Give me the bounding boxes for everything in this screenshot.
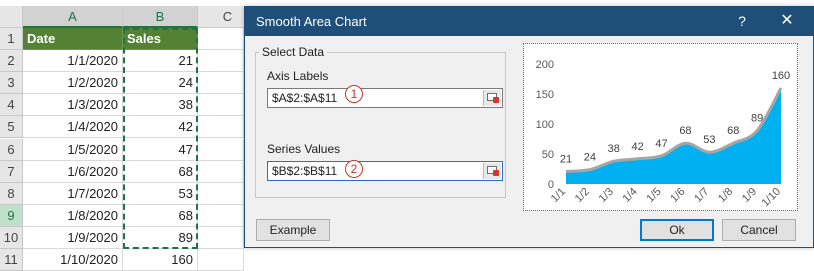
data-label: 24 [584, 152, 596, 164]
cell-empty[interactable] [198, 50, 244, 72]
row-header-6[interactable]: 6 [0, 139, 23, 161]
select-data-label: Select Data [259, 45, 328, 59]
cell-date[interactable]: 1/7/2020 [23, 183, 123, 205]
cell-date[interactable]: 1/6/2020 [23, 161, 123, 183]
data-label: 68 [727, 125, 739, 137]
data-label: 68 [679, 125, 691, 137]
cell-sales[interactable]: 38 [123, 94, 198, 116]
range-select-icon[interactable] [483, 163, 501, 179]
cell-date[interactable]: 1/4/2020 [23, 116, 123, 138]
example-button[interactable]: Example [256, 219, 330, 241]
cell-sales[interactable]: 24 [123, 72, 198, 94]
x-tick-label: 1/9 [740, 186, 759, 205]
row-header-4[interactable]: 4 [0, 94, 23, 116]
column-header-a[interactable]: A [23, 6, 123, 28]
cell-sales[interactable]: 89 [123, 227, 198, 249]
cell-date[interactable]: 1/1/2020 [23, 50, 123, 72]
data-label: 21 [560, 153, 572, 165]
cell-date[interactable]: 1/3/2020 [23, 94, 123, 116]
data-label: 42 [632, 141, 644, 153]
cell-sales[interactable]: 47 [123, 139, 198, 161]
cell-sales[interactable]: 42 [123, 116, 198, 138]
column-header-b[interactable]: B [123, 6, 198, 28]
data-label: 47 [655, 138, 667, 150]
axis-labels-value: $A$2:$A$11 [272, 91, 338, 105]
series-values-value: $B$2:$B$11 [272, 164, 338, 178]
cell-empty[interactable] [198, 183, 244, 205]
cell-date[interactable]: 1/10/2020 [23, 249, 123, 271]
x-tick-label: 1/4 [620, 186, 639, 205]
row-header-1[interactable]: 1 [0, 28, 23, 50]
range-select-icon[interactable] [483, 90, 501, 106]
header-cell-sales[interactable]: Sales [123, 28, 198, 50]
data-label: 53 [703, 134, 715, 146]
cell-empty[interactable] [198, 72, 244, 94]
x-tick-label: 1/10 [759, 186, 783, 210]
x-tick-label: 1/8 [716, 186, 735, 205]
y-tick-label: 200 [536, 59, 554, 71]
cell-sales[interactable]: 53 [123, 183, 198, 205]
row-header-11[interactable]: 11 [0, 249, 23, 271]
x-tick-label: 1/3 [597, 186, 616, 205]
data-label: 160 [772, 70, 790, 82]
help-button[interactable]: ? [733, 12, 751, 30]
row-header-3[interactable]: 3 [0, 72, 23, 94]
series-values-label: Series Values [267, 142, 341, 156]
cell-sales[interactable]: 160 [123, 249, 198, 271]
y-tick-label: 0 [548, 179, 554, 191]
cell-date[interactable]: 1/9/2020 [23, 227, 123, 249]
cell-empty[interactable] [198, 28, 244, 50]
row-header-7[interactable]: 7 [0, 161, 23, 183]
cell-empty[interactable] [198, 227, 244, 249]
cell-sales[interactable]: 68 [123, 205, 198, 227]
dialog-title: Smooth Area Chart [256, 14, 367, 29]
step-badge-2: 2 [345, 160, 363, 178]
area-chart: 05010015020021 2438 42 47685368891601/1 1/2 1… [536, 59, 791, 210]
row-header-2[interactable]: 2 [0, 50, 23, 72]
row-header-5[interactable]: 5 [0, 116, 23, 138]
cell-date[interactable]: 1/2/2020 [23, 72, 123, 94]
cell-date[interactable]: 1/8/2020 [23, 205, 123, 227]
y-tick-label: 50 [542, 149, 554, 161]
cell-empty[interactable] [198, 94, 244, 116]
row-header-9[interactable]: 9 [0, 205, 23, 227]
data-label: 38 [608, 143, 620, 155]
smooth-area-chart-dialog: Smooth Area Chart ? ✕ Select Data Axis L… [244, 6, 814, 248]
axis-labels-label: Axis Labels [267, 69, 329, 83]
x-tick-label: 1/7 [692, 186, 711, 205]
cell-empty[interactable] [198, 249, 244, 271]
cell-date[interactable]: 1/5/2020 [23, 139, 123, 161]
dialog-title-bar[interactable]: Smooth Area Chart ? ✕ [245, 7, 813, 36]
cell-sales[interactable]: 68 [123, 161, 198, 183]
cell-empty[interactable] [198, 139, 244, 161]
header-cell-date[interactable]: Date [23, 28, 123, 50]
data-label: 89 [751, 113, 763, 125]
y-tick-label: 150 [536, 89, 554, 101]
ok-button[interactable]: Ok [640, 219, 714, 241]
cell-empty[interactable] [198, 161, 244, 183]
select-all-corner[interactable] [0, 6, 23, 28]
cancel-button[interactable]: Cancel [722, 219, 796, 241]
cell-empty[interactable] [198, 205, 244, 227]
axis-labels-input[interactable]: $A$2:$A$11 [267, 88, 503, 108]
x-tick-label: 1/6 [668, 186, 687, 205]
row-header-8[interactable]: 8 [0, 183, 23, 205]
y-tick-label: 100 [536, 119, 554, 131]
row-header-10[interactable]: 10 [0, 227, 23, 249]
cell-empty[interactable] [198, 116, 244, 138]
cell-sales[interactable]: 21 [123, 50, 198, 72]
x-tick-label: 1/5 [644, 186, 663, 205]
series-values-input[interactable]: $B$2:$B$11 [267, 161, 503, 181]
step-badge-1: 1 [345, 85, 363, 103]
x-tick-label: 1/2 [573, 186, 592, 205]
close-button[interactable]: ✕ [767, 9, 807, 33]
chart-preview: 0 50 100 150 200 21 24 38 42 47 68 53 68 89 160 1/1 1/2 1… [523, 43, 798, 211]
